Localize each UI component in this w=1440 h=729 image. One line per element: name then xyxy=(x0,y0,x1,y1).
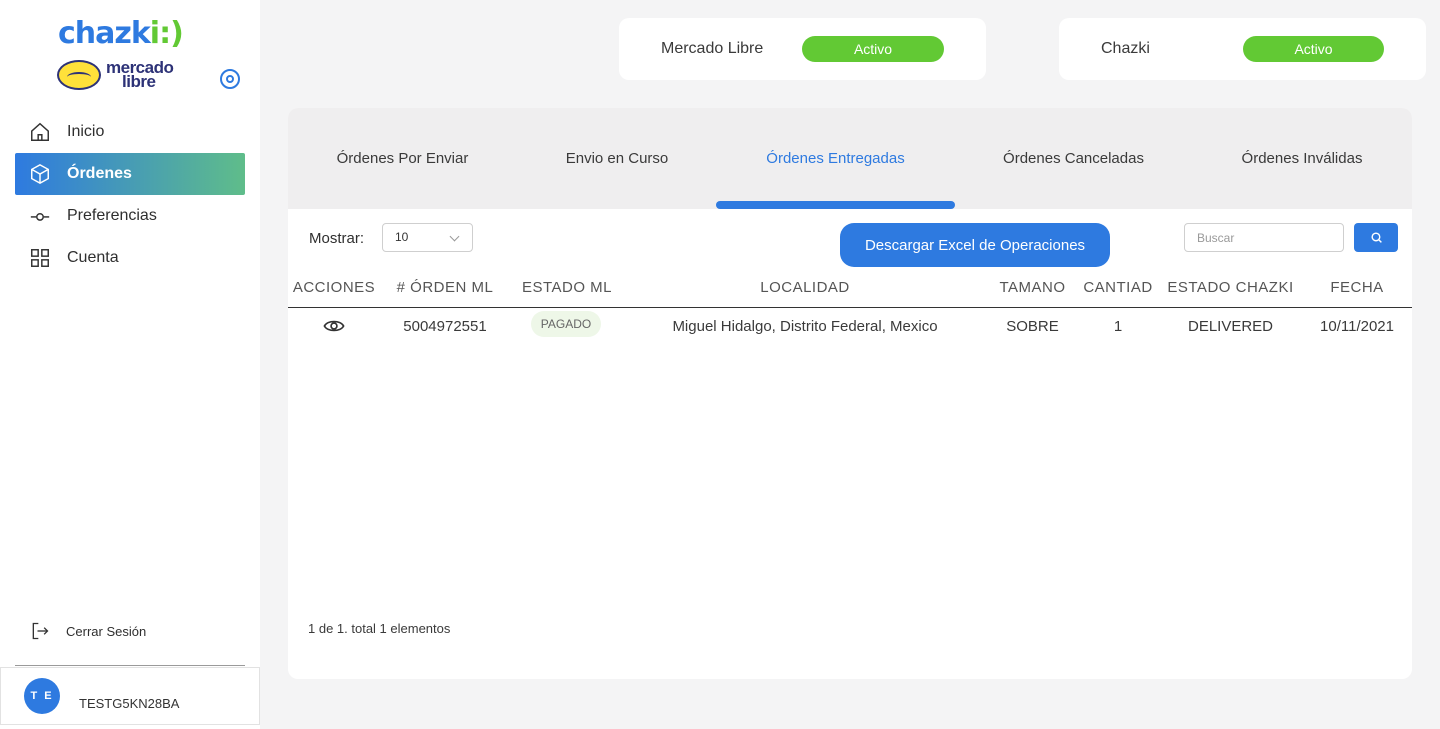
order-tabs: Órdenes Por Enviar Envio en Curso Órdene… xyxy=(288,108,1412,209)
active-tab-indicator xyxy=(716,201,955,209)
status-badge: Activo xyxy=(802,36,944,62)
sidebar-item-ordenes[interactable]: Órdenes xyxy=(15,153,245,195)
preferences-icon xyxy=(30,212,50,221)
order-size: SOBRE xyxy=(1006,318,1059,335)
sidebar-item-label: Cuenta xyxy=(67,249,119,266)
order-status-chazki: DELIVERED xyxy=(1187,318,1274,335)
tab-entregadas[interactable]: Órdenes Entregadas xyxy=(716,108,955,209)
search-button[interactable] xyxy=(1354,223,1398,252)
status-badge: Activo xyxy=(1243,36,1384,62)
logout-icon xyxy=(32,622,49,640)
column-header-estado-chazki: ESTADO CHAZKI xyxy=(1167,279,1294,296)
search-input[interactable] xyxy=(1184,223,1344,252)
user-name: TESTG5KN28BA xyxy=(79,696,180,711)
column-header-localidad: LOCALIDAD xyxy=(760,279,850,296)
tab-canceladas[interactable]: Órdenes Canceladas xyxy=(955,108,1192,209)
integration-card-mercado-libre: Mercado Libre Activo xyxy=(619,18,986,80)
handshake-icon xyxy=(57,60,101,90)
order-quantity: 1 xyxy=(1113,318,1123,335)
order-number: 5004972551 xyxy=(403,318,487,335)
pagination-info: 1 de 1. total 1 elementos xyxy=(308,621,451,636)
integration-name: Chazki xyxy=(1101,40,1150,57)
sidebar-item-inicio[interactable]: Inicio xyxy=(15,111,245,153)
sidebar-item-label: Preferencias xyxy=(67,207,157,224)
box-icon xyxy=(31,163,49,185)
sidebar-item-cuenta[interactable]: Cuenta xyxy=(15,237,245,279)
sidebar-item-preferencias[interactable]: Preferencias xyxy=(15,195,245,237)
avatar: T E xyxy=(24,678,60,714)
tab-por-enviar[interactable]: Órdenes Por Enviar xyxy=(288,108,517,209)
column-header-estado-ml: ESTADO ML xyxy=(521,279,613,296)
orders-panel: Órdenes Por Enviar Envio en Curso Órdene… xyxy=(288,108,1412,679)
table-header-divider xyxy=(288,307,1412,308)
status-badge: PAGADO xyxy=(531,311,601,337)
user-profile[interactable]: T E TESTG5KN28BA xyxy=(0,667,260,725)
column-header-tamano: TAMANO xyxy=(999,279,1066,296)
eye-icon xyxy=(323,320,345,332)
settings-toggle-icon[interactable] xyxy=(220,69,240,89)
sidebar-item-label: Órdenes xyxy=(67,165,132,182)
column-header-cantidad: CANTIAD xyxy=(1083,279,1153,296)
column-header-fecha: FECHA xyxy=(1330,279,1384,296)
mercado-libre-logo: mercado libre xyxy=(57,59,174,90)
download-excel-button[interactable]: Descargar Excel de Operaciones xyxy=(840,223,1110,267)
sidebar: chazki:) mercado libre Inicio Órdenes Pre… xyxy=(0,0,260,729)
logout-button[interactable]: Cerrar Sesión xyxy=(30,621,146,641)
column-header-orden: # ÓRDEN ML xyxy=(396,279,494,296)
column-header-acciones: ACCIONES xyxy=(292,279,376,296)
chevron-down-icon xyxy=(449,231,460,242)
logout-label: Cerrar Sesión xyxy=(66,623,147,639)
page-size-value: 10 xyxy=(395,230,409,244)
show-label: Mostrar: xyxy=(309,230,365,247)
integration-name: Mercado Libre xyxy=(661,40,764,57)
view-order-button[interactable] xyxy=(323,315,345,337)
tab-invalidas[interactable]: Órdenes Inválidas xyxy=(1192,108,1412,209)
order-locality: Miguel Hidalgo, Distrito Federal, Mexico xyxy=(672,318,938,335)
order-date: 10/11/2021 xyxy=(1320,318,1394,335)
home-icon xyxy=(31,122,49,141)
tab-envio-en-curso[interactable]: Envio en Curso xyxy=(517,108,717,209)
sidebar-item-label: Inicio xyxy=(67,123,105,140)
search-icon xyxy=(1370,232,1382,243)
grid-icon xyxy=(31,249,49,267)
chazki-logo: chazki:) xyxy=(58,16,184,51)
sidebar-nav: Inicio Órdenes Preferencias Cuenta xyxy=(15,111,245,279)
page-size-select[interactable]: 10 xyxy=(382,223,473,252)
sidebar-divider xyxy=(15,665,245,666)
integration-card-chazki: Chazki Activo xyxy=(1059,18,1426,80)
